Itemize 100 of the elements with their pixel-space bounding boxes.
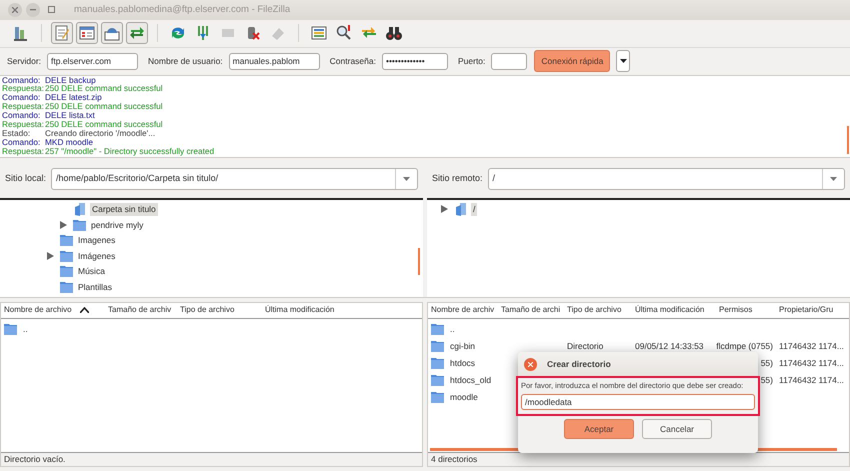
table-cell: htdocs_old	[450, 374, 492, 387]
table-cell: cgi-bin	[450, 340, 476, 353]
folder-icon	[73, 218, 86, 231]
folder-icon	[60, 250, 73, 262]
table-cell: htdocs	[450, 356, 476, 370]
close-button[interactable]	[524, 358, 537, 370]
toolbar-button[interactable]	[126, 22, 148, 44]
maximize-icon	[48, 6, 54, 14]
column-header[interactable]: Permisos	[719, 304, 752, 316]
column-header[interactable]: Tamaño de archiv	[108, 304, 172, 316]
table-cell: 11746432 1174...	[779, 374, 844, 387]
close-icon	[12, 6, 18, 13]
close-button[interactable]	[8, 2, 22, 17]
log-label: Respuesta:	[2, 84, 45, 94]
quick-connect-button[interactable]: Conexión rápida	[534, 50, 610, 72]
toolbar-button[interactable]	[76, 22, 98, 44]
log-message: Creando directorio '/moodle'...	[45, 128, 156, 138]
path-dropdown[interactable]: /home/pablo/Escritorio/Carpeta sin titulo/	[51, 168, 418, 190]
log-label: Comando:	[2, 111, 40, 120]
status-text: 4 directorios	[431, 453, 478, 466]
log-message: 250 DELE command successful	[45, 102, 163, 112]
column-header[interactable]: Nombre de archiv	[431, 304, 494, 316]
password-field[interactable]: •••••••••••••	[382, 52, 448, 70]
tree-item[interactable]: Imagenes	[76, 234, 118, 247]
field-label: Servidor:	[7, 54, 42, 68]
folder-icon	[431, 374, 444, 386]
folder-icon	[431, 323, 444, 336]
input-field[interactable]	[491, 52, 528, 70]
folder-icon	[60, 280, 73, 293]
input-field[interactable]: ftp.elserver.com	[47, 52, 138, 70]
log-message: DELE latest.zip	[45, 93, 102, 102]
table-cell: 11746432 1174...	[779, 340, 844, 353]
dropdown-button[interactable]	[616, 50, 630, 72]
table-cell: 11746432 1174...	[779, 356, 844, 370]
log-message: DELE lista.txt	[45, 111, 95, 120]
expand-arrow-icon[interactable]	[60, 220, 67, 229]
field-label: Puerto:	[458, 54, 486, 68]
log-message: 257 "/moodle" - Directory successfully created	[45, 146, 214, 156]
tree-item[interactable]: Plantillas	[76, 280, 114, 294]
folder-icon	[4, 323, 17, 336]
tree-item[interactable]: Música	[76, 265, 107, 278]
folder-icon	[431, 357, 444, 370]
input-field[interactable]: manuales.pablom	[228, 52, 320, 70]
toolbar-button[interactable]	[101, 22, 123, 44]
log-label: Estado:	[2, 128, 30, 138]
panel-icon	[78, 24, 96, 42]
log-label: Respuesta:	[2, 120, 45, 129]
binoculars-icon	[385, 24, 403, 42]
column-header[interactable]: Nombre de archivo	[4, 304, 72, 316]
folder-icon	[431, 340, 444, 352]
table-cell: moodle	[450, 390, 478, 404]
tree-item[interactable]: /	[471, 203, 478, 216]
open-folder-icon	[73, 202, 87, 216]
log-label: Comando:	[2, 93, 40, 102]
dropdown-caret-icon	[403, 177, 410, 182]
table-cell: flcdmpe (0755)	[716, 340, 773, 353]
column-header[interactable]: Última modificación	[265, 304, 334, 316]
notepad-icon	[53, 24, 71, 42]
minimize-button[interactable]	[26, 2, 40, 17]
table-cell: ..	[450, 322, 455, 336]
table-cell: 55)	[760, 356, 773, 370]
log-message: MKD moodle	[45, 138, 93, 147]
log-label: Comando:	[2, 138, 42, 147]
expand-arrow-icon[interactable]	[47, 252, 54, 260]
column-header[interactable]: Tamaño de archi	[501, 304, 560, 316]
scrollbar-thumb[interactable]	[418, 248, 420, 275]
column-header[interactable]: Propietario/Gru	[779, 304, 834, 316]
window-title: manuales.pablomedina@ftp.elserver.com - FileZilla	[74, 2, 290, 17]
minimize-icon	[30, 8, 36, 11]
scrollbar-thumb[interactable]	[847, 126, 849, 154]
compare-icon	[310, 24, 328, 42]
caret-icon	[620, 59, 627, 64]
table-cell: 09/05/12 14:33:53	[635, 340, 704, 353]
site-label: Sitio remoto:	[432, 172, 483, 186]
tree-item[interactable]: Imágenes	[76, 250, 118, 262]
site-label: Sitio local:	[5, 172, 46, 186]
column-header[interactable]: Tipo de archivo	[180, 304, 234, 316]
column-header[interactable]: Última modificación	[635, 304, 704, 316]
dropdown-caret-icon	[830, 177, 837, 182]
folder-icon	[60, 265, 73, 278]
tree-item[interactable]: pendrive myly	[89, 218, 146, 232]
field-label: Contraseña:	[330, 54, 376, 68]
field-label: Nombre de usuario:	[148, 54, 223, 68]
column-header[interactable]: Tipo de archivo	[567, 304, 622, 316]
status-text: Directorio vacío.	[4, 453, 66, 466]
dialog-title: Crear directorio	[547, 358, 611, 370]
folder-icon	[431, 391, 444, 404]
input-field[interactable]: /moodledata	[521, 394, 755, 410]
folder-icon	[60, 234, 73, 246]
log-message: 250 DELE command successful	[45, 120, 163, 129]
dialog-button[interactable]: Aceptar	[564, 419, 634, 440]
open-folder-icon	[454, 202, 468, 216]
tree-item[interactable]: Carpeta sin titulo	[90, 203, 158, 216]
log-message: 250 DELE command successful	[45, 84, 163, 94]
server-icon	[12, 24, 30, 42]
path-dropdown[interactable]: /	[488, 168, 845, 190]
log-label: Respuesta:	[2, 146, 45, 156]
close-icon	[528, 362, 533, 366]
expand-arrow-icon[interactable]	[441, 205, 448, 214]
dialog-button[interactable]: Cancelar	[642, 419, 712, 440]
